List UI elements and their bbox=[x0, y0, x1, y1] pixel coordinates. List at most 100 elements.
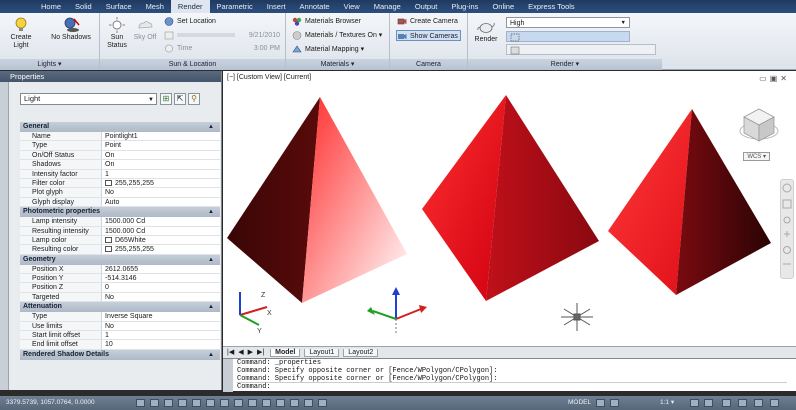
3d-object-snap-button[interactable] bbox=[220, 399, 229, 407]
lineweight-button[interactable] bbox=[276, 399, 285, 407]
tab-insert[interactable]: Insert bbox=[260, 0, 293, 13]
next-layout-icon[interactable]: ▶ bbox=[248, 349, 253, 356]
polar-tracking-button[interactable] bbox=[192, 399, 201, 407]
property-value[interactable]: 255,255,255 bbox=[102, 179, 220, 187]
scene-3d[interactable]: Z X Y bbox=[223, 71, 796, 346]
property-row[interactable]: Position Y -514.3146 bbox=[20, 274, 220, 284]
tab-render[interactable]: Render bbox=[170, 0, 210, 13]
collapse-icon[interactable]: ▲ bbox=[208, 255, 214, 265]
property-row[interactable]: Position Z0 bbox=[20, 283, 220, 293]
collapse-icon[interactable]: ▲ bbox=[208, 122, 214, 132]
render-panel-title[interactable]: Render ▾ bbox=[468, 59, 662, 70]
property-value[interactable]: Point bbox=[102, 141, 220, 149]
property-row[interactable]: Use limits No bbox=[20, 321, 220, 332]
select-objects-button[interactable]: ⇱ bbox=[174, 93, 186, 105]
property-value[interactable]: No bbox=[102, 188, 220, 196]
property-value[interactable]: Inverse Square bbox=[102, 312, 220, 320]
first-layout-icon[interactable]: |◀ bbox=[227, 349, 234, 356]
section-header[interactable]: Geometry ▲ bbox=[20, 254, 220, 265]
object-snap-tracking-button[interactable] bbox=[234, 399, 243, 407]
ortho-mode-button[interactable] bbox=[178, 399, 187, 407]
property-row[interactable]: Shadows On bbox=[20, 160, 220, 170]
annotation-scale[interactable]: 1:1 ▾ bbox=[660, 396, 674, 410]
show-cameras-toggle[interactable]: Show Cameras bbox=[396, 30, 461, 41]
section-header[interactable]: General ▲ bbox=[20, 122, 220, 132]
set-location-button[interactable]: Set Location bbox=[164, 16, 216, 27]
tab-parametric[interactable]: Parametric bbox=[210, 0, 260, 13]
time-slider[interactable]: Time 3:00 PM bbox=[164, 43, 282, 54]
tab-solid[interactable]: Solid bbox=[68, 0, 99, 13]
selection-cycling-button[interactable] bbox=[318, 399, 327, 407]
property-value[interactable]: On bbox=[102, 151, 220, 159]
command-input[interactable]: Command: bbox=[237, 382, 787, 391]
render-exposure-bar[interactable] bbox=[506, 44, 656, 55]
property-row[interactable]: End limit offset 10 bbox=[20, 340, 220, 350]
property-row[interactable]: Type Inverse Square bbox=[20, 312, 220, 322]
tab-view[interactable]: View bbox=[337, 0, 367, 13]
tab-layout2[interactable]: Layout2 bbox=[343, 349, 379, 357]
toggle-pickadd-button[interactable]: ⊞ bbox=[160, 93, 172, 105]
property-value[interactable]: D65White bbox=[102, 236, 220, 244]
property-value[interactable]: 1500.000 Cd bbox=[102, 227, 220, 235]
collapse-icon[interactable]: ▲ bbox=[208, 207, 214, 217]
render-quality-select[interactable]: High ▼ bbox=[506, 17, 630, 28]
minimize-icon[interactable]: ▭ bbox=[759, 74, 770, 83]
property-value[interactable]: On bbox=[102, 160, 220, 168]
command-window-handle[interactable] bbox=[223, 359, 233, 392]
object-type-select[interactable]: Light ▼ bbox=[20, 93, 157, 105]
properties-title[interactable]: Properties bbox=[0, 71, 221, 82]
property-value[interactable]: 255,255,255 bbox=[102, 245, 220, 253]
pyramid-1[interactable] bbox=[227, 97, 407, 303]
materials-panel-title[interactable]: Materials ▾ bbox=[286, 59, 389, 70]
property-value[interactable]: Pointlight1 bbox=[102, 132, 220, 140]
quick-view-drawings-button[interactable] bbox=[610, 399, 619, 407]
tab-output[interactable]: Output bbox=[408, 0, 445, 13]
point-light-glyph[interactable] bbox=[561, 303, 593, 331]
dynamic-ucs-button[interactable] bbox=[248, 399, 257, 407]
quick-select-button[interactable]: ⚲ bbox=[188, 93, 200, 105]
property-value[interactable]: 2612.0655 bbox=[102, 265, 220, 273]
dynamic-input-button[interactable] bbox=[262, 399, 271, 407]
property-row[interactable]: Name Pointlight1 bbox=[20, 132, 220, 142]
tab-surface[interactable]: Surface bbox=[99, 0, 139, 13]
property-row[interactable]: Resulting color 255,255,255 bbox=[20, 245, 220, 255]
sun-status-button[interactable]: Sun Status bbox=[104, 17, 130, 50]
property-row[interactable]: Targeted No bbox=[20, 292, 220, 303]
property-value[interactable]: 0 bbox=[102, 283, 220, 291]
annotation-visibility-button[interactable] bbox=[690, 399, 699, 407]
create-camera-button[interactable]: Create Camera bbox=[397, 16, 458, 27]
infer-constraints-button[interactable] bbox=[136, 399, 145, 407]
collapse-icon[interactable]: ▲ bbox=[208, 302, 214, 312]
property-row[interactable]: Lamp intensity 1500.000 Cd bbox=[20, 217, 220, 227]
collapse-icon[interactable]: ▲ bbox=[208, 350, 214, 360]
sun-location-panel-title[interactable]: Sun & Location bbox=[100, 59, 285, 70]
property-value[interactable]: 1 bbox=[102, 331, 220, 339]
property-value[interactable]: Auto bbox=[102, 198, 220, 206]
prev-layout-icon[interactable]: ◀ bbox=[238, 349, 243, 356]
transparency-button[interactable] bbox=[290, 399, 299, 407]
render-output-size-bar[interactable] bbox=[506, 31, 630, 42]
tab-model[interactable]: Model bbox=[270, 349, 301, 357]
property-row[interactable]: On/Off Status On bbox=[20, 150, 220, 161]
model-space-toggle[interactable]: MODEL bbox=[568, 396, 591, 410]
hardware-acceleration-button[interactable] bbox=[754, 399, 763, 407]
tab-layout1[interactable]: Layout1 bbox=[304, 349, 340, 357]
property-value[interactable]: 1 bbox=[102, 170, 220, 178]
property-value[interactable]: 1500.000 Cd bbox=[102, 217, 220, 225]
material-mapping-button[interactable]: Material Mapping ▾ bbox=[292, 44, 364, 55]
last-layout-icon[interactable]: ▶| bbox=[257, 349, 264, 356]
navigation-bar[interactable] bbox=[780, 179, 794, 279]
sky-off-button[interactable]: Sky Off bbox=[132, 17, 158, 42]
wcs-menu[interactable]: WCS ▾ bbox=[743, 152, 770, 161]
property-row[interactable]: Filter color 255,255,255 bbox=[20, 178, 220, 189]
tab-plug-ins[interactable]: Plug-ins bbox=[444, 0, 485, 13]
toolbar-lock-button[interactable] bbox=[738, 399, 747, 407]
pyramid-2[interactable] bbox=[422, 95, 599, 301]
viewport-controls-label[interactable]: [−] [Custom View] [Current] bbox=[227, 74, 311, 81]
drawing-viewport[interactable]: Z X Y [−] [Custom View] [Current] ▭▣✕ WC… bbox=[223, 71, 796, 346]
maximize-icon[interactable]: ▣ bbox=[770, 74, 781, 83]
property-value[interactable]: -514.3146 bbox=[102, 274, 220, 282]
tab-home[interactable]: Home bbox=[34, 0, 68, 13]
property-row[interactable]: Type Point bbox=[20, 141, 220, 151]
no-shadows-button[interactable]: No Shadows bbox=[48, 17, 94, 42]
